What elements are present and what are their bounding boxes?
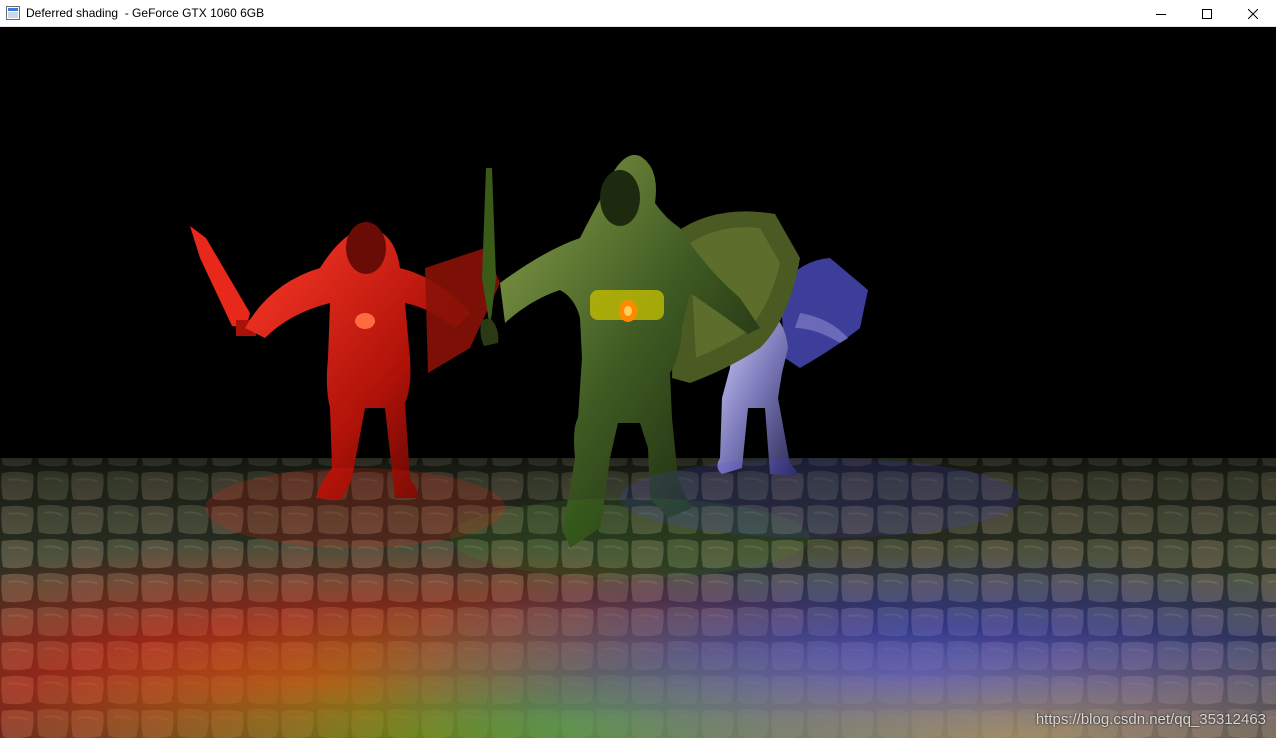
render-viewport[interactable]: https://blog.csdn.net/qq_35312463 [0,28,1276,738]
window-app-icon [6,6,20,20]
window-title: Deferred shading - GeForce GTX 1060 6GB [26,6,265,20]
window-controls [1138,0,1276,27]
red-light-pool [205,468,505,548]
watermark-text: https://blog.csdn.net/qq_35312463 [1035,711,1266,728]
app-window: Deferred shading - GeForce GTX 1060 6GB [0,0,1276,738]
close-icon [1248,8,1258,19]
blue-light-pool [620,458,1020,538]
maximize-icon [1202,8,1212,19]
close-button[interactable] [1230,0,1276,27]
minimize-button[interactable] [1138,0,1184,27]
minimize-icon [1156,13,1166,15]
maximize-button[interactable] [1184,0,1230,27]
title-bar[interactable]: Deferred shading - GeForce GTX 1060 6GB [0,0,1276,27]
scene-canvas [0,28,1276,738]
